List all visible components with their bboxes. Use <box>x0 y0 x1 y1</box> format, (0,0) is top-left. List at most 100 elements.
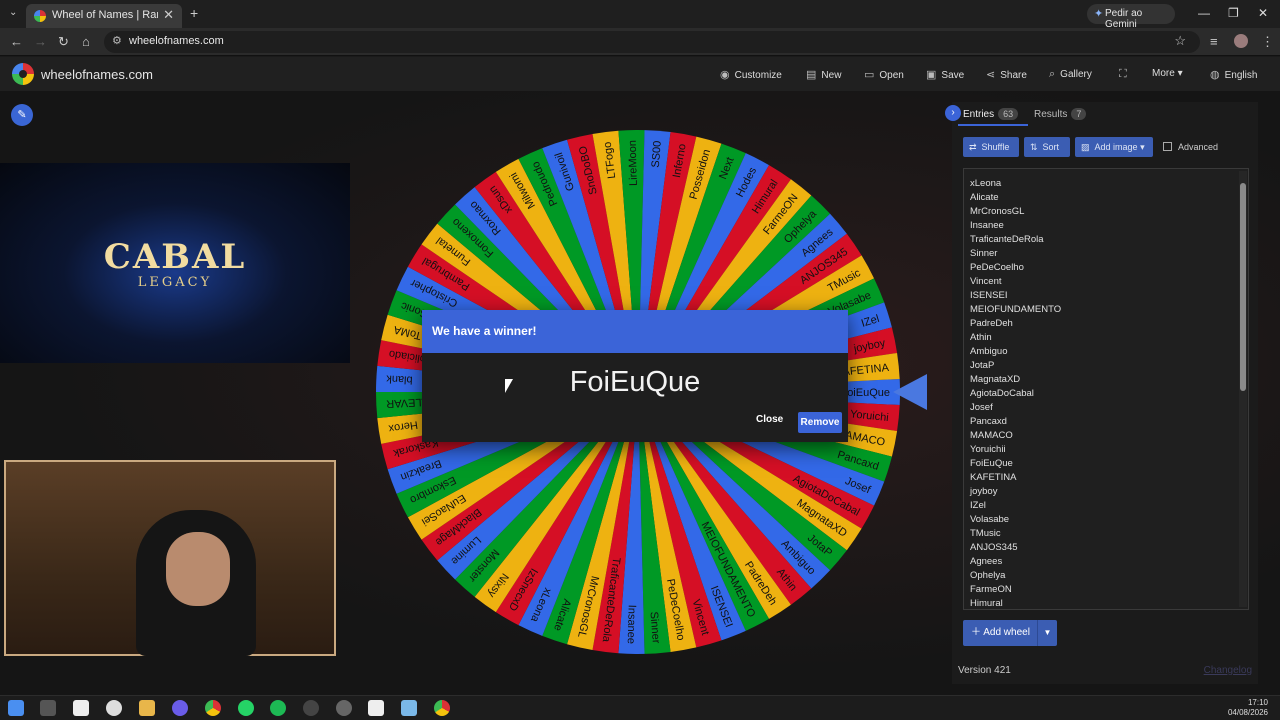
chrome-icon[interactable] <box>205 700 221 716</box>
fullscreen-icon[interactable]: ⛶ <box>1119 68 1132 81</box>
task-view-icon[interactable] <box>40 700 56 716</box>
brand-name[interactable]: wheelofnames.com <box>41 67 153 82</box>
gemini-label: Pedir ao Gemini <box>1105 8 1143 30</box>
entries-panel: › Entries 63 Results 7 ⇄ Shuffle ⇅ Sort ▨ Add… <box>945 102 1258 684</box>
stream-banner-image: CABAL LEGACY <box>0 163 350 363</box>
entry-item: Himural <box>970 598 1003 609</box>
menu-open[interactable]: ▭ Open <box>864 68 904 81</box>
close-button[interactable]: Close <box>756 414 783 425</box>
browser-menu-icon[interactable]: ⋮ <box>1261 34 1274 50</box>
logo-icon[interactable] <box>12 63 34 85</box>
menu-share[interactable]: ⋖ Share <box>986 68 1027 81</box>
profile-avatar[interactable] <box>1234 34 1248 48</box>
url-text: wheelofnames.com <box>129 35 224 47</box>
image-icon: ▨ <box>1081 142 1090 152</box>
maximize-icon[interactable]: ❐ <box>1228 6 1239 20</box>
bookmark-star-icon[interactable]: ☆ <box>1174 33 1186 49</box>
wheel-segment-label: Sinner <box>647 611 661 644</box>
mouse-cursor-icon <box>505 379 513 393</box>
tab-results[interactable]: Results 7 <box>1034 108 1087 120</box>
browser-tab-bar: ⌄ Wheel of Names | Random nam ✕ + ✦ Pedi… <box>0 0 1280 30</box>
tab-entries[interactable]: Entries 63 <box>963 108 1019 120</box>
entry-item: Agnees <box>970 556 1003 567</box>
chevron-down-icon[interactable]: ▼ <box>1037 620 1057 646</box>
add-image-button[interactable]: ▨ Add image ▾ <box>1075 137 1153 157</box>
home-icon[interactable]: ⌂ <box>82 34 90 49</box>
entry-item: xLeona <box>970 178 1002 189</box>
banner-title: CABAL <box>103 237 247 277</box>
shuffle-button[interactable]: ⇄ Shuffle <box>963 137 1019 157</box>
folder-icon[interactable] <box>139 700 155 716</box>
clock-date: 04/08/2026 <box>1227 708 1268 717</box>
file-icon[interactable] <box>73 700 89 716</box>
menu-new[interactable]: ▤ New <box>806 68 841 81</box>
entry-item: Josef <box>970 402 993 413</box>
entry-item: KAFETINA <box>970 472 1017 483</box>
dialog-title: We have a winner! <box>432 324 537 338</box>
entry-item: FoiEuQue <box>970 458 1013 469</box>
window-close-icon[interactable]: ✕ <box>1258 6 1268 20</box>
back-icon[interactable]: ← <box>10 34 23 49</box>
entry-item: IZel <box>970 500 986 511</box>
menu-customize[interactable]: ◉ Customize <box>720 68 782 81</box>
webcam-overlay <box>4 460 336 656</box>
spotify-icon[interactable] <box>270 700 286 716</box>
entry-item: Ambiguo <box>970 346 1008 357</box>
sort-button[interactable]: ⇅ Sort <box>1024 137 1070 157</box>
entry-item: TraficanteDeRola <box>970 234 1044 245</box>
tab-search-icon[interactable]: ⌄ <box>9 7 17 18</box>
entry-item: Volasabe <box>970 514 1010 525</box>
chevron-down-icon: ▾ <box>1140 142 1145 152</box>
remove-button[interactable]: Remove <box>798 412 842 433</box>
app-icon[interactable] <box>106 700 122 716</box>
chrome-icon[interactable] <box>434 700 450 716</box>
menu-language[interactable]: ◍ English <box>1210 68 1257 81</box>
app-icon[interactable] <box>401 700 417 716</box>
collapse-chevron-icon[interactable]: › <box>945 105 961 121</box>
obs-icon[interactable] <box>303 700 319 716</box>
edit-pencil-icon[interactable]: ✎ <box>11 104 33 126</box>
forward-icon[interactable]: → <box>34 34 47 49</box>
entry-item: Pancaxd <box>970 416 1007 427</box>
menu-more[interactable]: More ▾ <box>1152 68 1183 79</box>
whatsapp-icon[interactable] <box>238 700 254 716</box>
reload-icon[interactable]: ↻ <box>58 34 69 50</box>
entry-item: Sinner <box>970 248 998 259</box>
active-tab-underline <box>958 124 1028 126</box>
save-icon: ▣ <box>926 69 937 81</box>
winner-dialog: We have a winner! FoiEuQue Close Remove <box>422 310 848 442</box>
minimize-icon[interactable]: — <box>1198 6 1210 20</box>
omnibox[interactable]: ⚙ wheelofnames.com ☆ <box>104 31 1200 53</box>
advanced-checkbox[interactable]: Advanced <box>1163 142 1218 152</box>
discord-icon[interactable] <box>172 700 188 716</box>
tab-title: Wheel of Names | Random nam <box>52 9 158 21</box>
changelog-link[interactable]: Changelog <box>1204 665 1252 676</box>
browser-tab[interactable]: Wheel of Names | Random nam ✕ <box>26 4 182 28</box>
app-icon[interactable] <box>368 700 384 716</box>
entries-textarea[interactable]: xLeona Alicate MrCronosGL Insanee Traficante… <box>963 168 1249 610</box>
entry-item: TMusic <box>970 528 1001 539</box>
version-label: Version 421 <box>958 665 1011 676</box>
banner-subtitle: LEGACY <box>137 275 213 290</box>
app-icon[interactable] <box>336 700 352 716</box>
menu-gallery[interactable]: ⌕ Gallery <box>1049 68 1092 81</box>
start-icon[interactable] <box>8 700 24 716</box>
site-info-icon[interactable]: ⚙ <box>112 34 122 47</box>
media-icon[interactable]: ≡ <box>1210 34 1218 49</box>
add-wheel-button[interactable]: ＋ Add wheel ▼ <box>963 620 1057 646</box>
entry-item: joyboy <box>970 486 998 497</box>
taskbar: 17:10 04/08/2026 <box>0 695 1280 720</box>
scrollbar[interactable] <box>1239 171 1247 607</box>
palette-icon: ◉ <box>720 69 730 81</box>
entry-item: Alicate <box>970 192 999 203</box>
panel-tabs: › Entries 63 Results 7 <box>945 102 1258 126</box>
menu-save[interactable]: ▣ Save <box>926 68 964 81</box>
close-tab-icon[interactable]: ✕ <box>163 7 174 23</box>
chevron-down-icon: ▾ <box>1177 68 1183 79</box>
favicon-icon <box>34 10 46 22</box>
entry-item: Insanee <box>970 220 1004 231</box>
gemini-button[interactable]: ✦ Pedir ao Gemini <box>1087 4 1175 30</box>
new-tab-icon[interactable]: + <box>190 5 198 21</box>
search-icon: ⌕ <box>1049 68 1056 80</box>
scrollbar-thumb[interactable] <box>1240 183 1246 391</box>
